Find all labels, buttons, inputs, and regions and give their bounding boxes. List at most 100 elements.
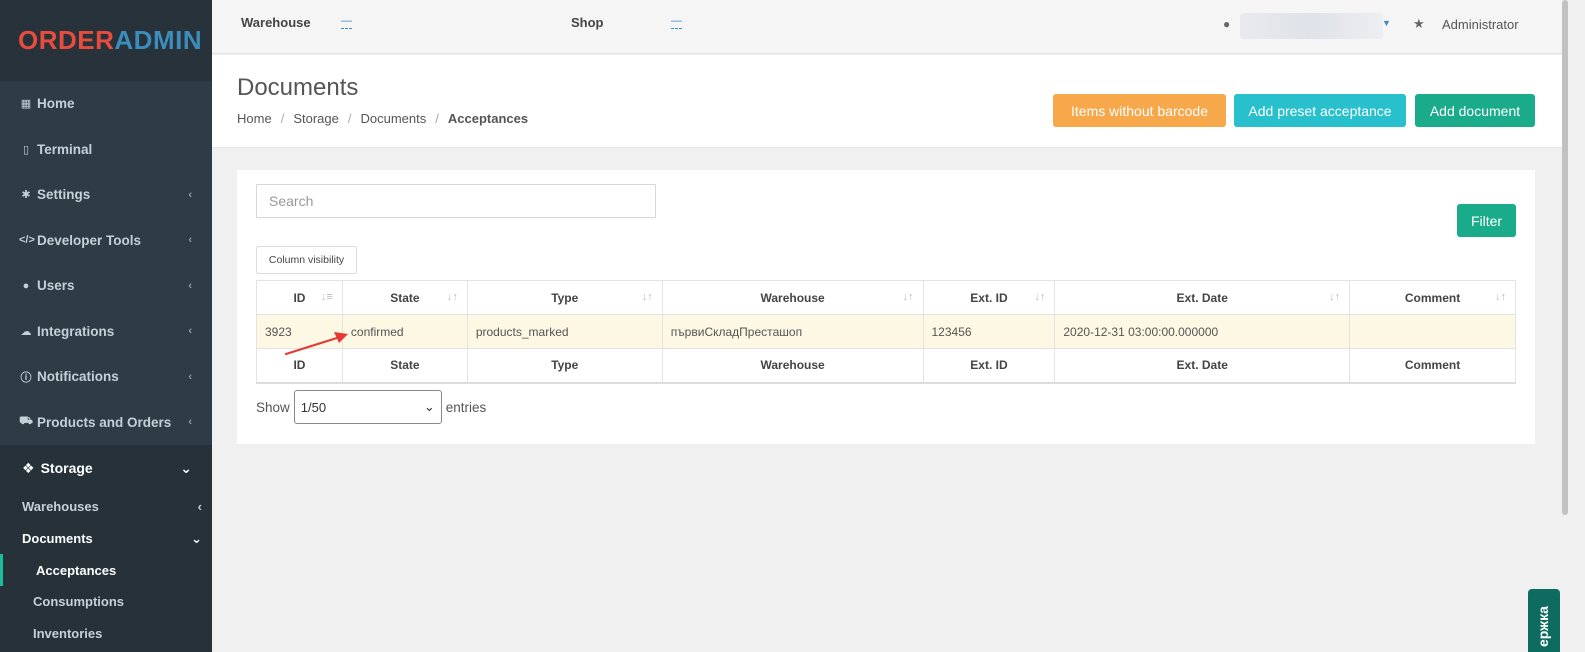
user-icon: ● xyxy=(22,279,30,292)
sort-icon: ↓↑ xyxy=(641,291,653,303)
chevron-left-icon: ‹ xyxy=(188,325,192,338)
sidebar-item-settings[interactable]: ✱ Settings ‹ xyxy=(0,172,212,218)
star-icon: ★ xyxy=(1413,16,1425,31)
sidebar-item-products-and-orders[interactable]: ⛟ Products and Orders ‹ xyxy=(0,400,212,446)
sidebar-item-home[interactable]: ▦ Home xyxy=(0,81,212,127)
info-icon: ⓘ xyxy=(20,371,32,384)
breadcrumb-documents[interactable]: Documents xyxy=(360,111,426,126)
sidebar-item-users[interactable]: ● Users ‹ xyxy=(0,263,212,309)
cell-comment xyxy=(1349,314,1516,349)
chevron-left-icon: ‹ xyxy=(197,499,202,515)
sidebar-item-consumptions[interactable]: Consumptions xyxy=(0,586,212,618)
chevron-left-icon: ‹ xyxy=(188,279,192,292)
tablet-icon: ▯ xyxy=(22,143,30,156)
column-header-warehouse[interactable]: Warehouse ↓↑ xyxy=(661,280,924,315)
sidebar-item-acceptances[interactable]: Acceptances xyxy=(0,554,212,587)
column-visibility-button[interactable]: Column visibility xyxy=(256,246,357,274)
sidebar-item-label: Home xyxy=(37,96,75,112)
column-header-id[interactable]: ID ↓≡ xyxy=(256,280,343,315)
table-footer-row: ID State Type Warehouse Ext. ID Ext. Dat… xyxy=(256,348,1516,384)
add-document-button[interactable]: Add document xyxy=(1415,94,1535,127)
add-preset-acceptance-button[interactable]: Add preset acceptance xyxy=(1234,94,1406,127)
shop-selector[interactable]: — xyxy=(671,15,682,29)
app-logo[interactable]: ORDER ADMIN xyxy=(0,0,212,81)
column-header-state[interactable]: State ↓↑ xyxy=(341,280,468,315)
sidebar-item-inventories[interactable]: Inventories xyxy=(0,618,212,650)
page-size-select[interactable]: 1/50 ⌄ xyxy=(293,390,442,424)
page-header: Documents Home / Storage / Documents / A… xyxy=(212,55,1562,148)
sidebar-item-label: Warehouses xyxy=(22,499,99,515)
sidebar-item-label: Storage xyxy=(40,460,93,476)
page-title: Documents xyxy=(237,74,359,101)
items-without-barcode-button[interactable]: Items without barcode xyxy=(1053,94,1226,127)
cloud-icon: ☁ xyxy=(20,325,32,338)
user-menu[interactable] xyxy=(1240,13,1383,39)
code-icon: </> xyxy=(19,234,35,247)
sidebar-item-documents[interactable]: Documents ⌄ xyxy=(0,523,212,555)
scrollbar-thumb[interactable] xyxy=(1562,0,1568,515)
chevron-down-icon: ⌄ xyxy=(423,399,435,414)
warehouse-selector[interactable]: — xyxy=(341,15,352,29)
breadcrumb-current: Acceptances xyxy=(447,111,529,126)
page-size-value: 1/50 xyxy=(300,399,327,415)
cell-warehouse: първиСкладПрестaшоп xyxy=(661,314,924,349)
chevron-down-icon: ⌄ xyxy=(180,459,192,476)
sidebar-item-label: Developer Tools xyxy=(37,232,142,248)
footer-type: Type xyxy=(466,348,663,384)
logo-text-admin: ADMIN xyxy=(114,25,203,55)
sidebar-item-label: Products and Orders xyxy=(37,414,172,430)
entries-label: entries xyxy=(445,399,487,415)
sidebar-item-storage[interactable]: ❖ Storage ⌄ xyxy=(0,445,212,491)
sidebar-item-notifications[interactable]: ⓘ Notifications ‹ xyxy=(0,354,212,400)
warehouse-selector-label: Warehouse xyxy=(241,15,311,30)
sidebar-storage-section: ❖ Storage ⌄ Warehouses ‹ Documents ⌄ Acc… xyxy=(0,445,212,652)
topbar: Warehouse — Shop — ● ▼ ★ Administrator xyxy=(212,0,1562,54)
sidebar-item-label: Acceptances xyxy=(36,562,117,578)
sidebar-item-label: Inventories xyxy=(33,626,103,642)
sidebar-item-integrations[interactable]: ☁ Integrations ‹ xyxy=(0,309,212,355)
column-header-type[interactable]: Type ↓↑ xyxy=(466,280,663,315)
cell-ext-id: 123456 xyxy=(922,314,1056,349)
breadcrumb-storage[interactable]: Storage xyxy=(293,111,339,126)
page-size-control: Show 1/50 ⌄ entries xyxy=(256,390,486,424)
breadcrumb-home[interactable]: Home xyxy=(237,111,272,126)
sidebar-item-label: Consumptions xyxy=(33,594,124,610)
documents-table: ID ↓≡ State ↓↑ Type ↓↑ Warehouse ↓↑ Ext. ID ↓… xyxy=(256,280,1516,384)
footer-state: State xyxy=(341,348,468,384)
breadcrumb-separator: / xyxy=(435,111,439,126)
breadcrumb: Home / Storage / Documents / Acceptances xyxy=(237,111,528,126)
breadcrumb-separator: / xyxy=(280,111,285,126)
footer-comment: Comment xyxy=(1349,348,1516,384)
cell-state: confirmed xyxy=(341,314,468,349)
cell-type: products_marked xyxy=(466,314,663,349)
column-header-comment[interactable]: Comment ↓↑ xyxy=(1349,280,1516,315)
sidebar-item-warehouses[interactable]: Warehouses ‹ xyxy=(0,491,212,523)
filter-button[interactable]: Filter xyxy=(1457,204,1516,237)
caret-down-icon[interactable]: ▼ xyxy=(1382,18,1391,28)
user-icon: ● xyxy=(1223,17,1231,31)
chevron-left-icon: ‹ xyxy=(188,234,192,247)
column-header-ext-id[interactable]: Ext. ID ↓↑ xyxy=(922,280,1056,315)
footer-ext-id: Ext. ID xyxy=(922,348,1056,384)
table-row[interactable]: 3923 confirmed products_marked първиСкла… xyxy=(256,314,1516,349)
user-role[interactable]: Administrator xyxy=(1442,17,1519,32)
cell-ext-date: 2020-12-31 03:00:00.000000 xyxy=(1054,314,1351,349)
table-header-row: ID ↓≡ State ↓↑ Type ↓↑ Warehouse ↓↑ Ext. ID ↓… xyxy=(256,280,1516,315)
sidebar-item-label: Integrations xyxy=(37,323,115,339)
documents-panel: Search Filter Column visibility ID ↓≡ Sta… xyxy=(237,170,1535,444)
sidebar-item-label: Terminal xyxy=(37,141,93,157)
sort-desc-icon: ↓≡ xyxy=(321,291,333,303)
sort-icon: ↓↑ xyxy=(446,291,458,303)
sidebar-item-developer-tools[interactable]: </> Developer Tools ‹ xyxy=(0,218,212,264)
sidebar-item-terminal[interactable]: ▯ Terminal xyxy=(0,127,212,173)
sidebar-item-label: Notifications xyxy=(37,369,119,385)
search-placeholder: Search xyxy=(269,193,314,209)
logo-text-order: ORDER xyxy=(18,25,115,55)
search-input[interactable]: Search xyxy=(256,184,656,218)
grid-icon: ▦ xyxy=(20,98,32,111)
sort-icon: ↓↑ xyxy=(1495,291,1506,303)
column-header-ext-date[interactable]: Ext. Date ↓↑ xyxy=(1054,280,1351,315)
cart-icon: ⛟ xyxy=(19,415,33,428)
support-tab[interactable]: ержка xyxy=(1528,589,1560,652)
sidebar-item-label: Users xyxy=(37,278,75,294)
